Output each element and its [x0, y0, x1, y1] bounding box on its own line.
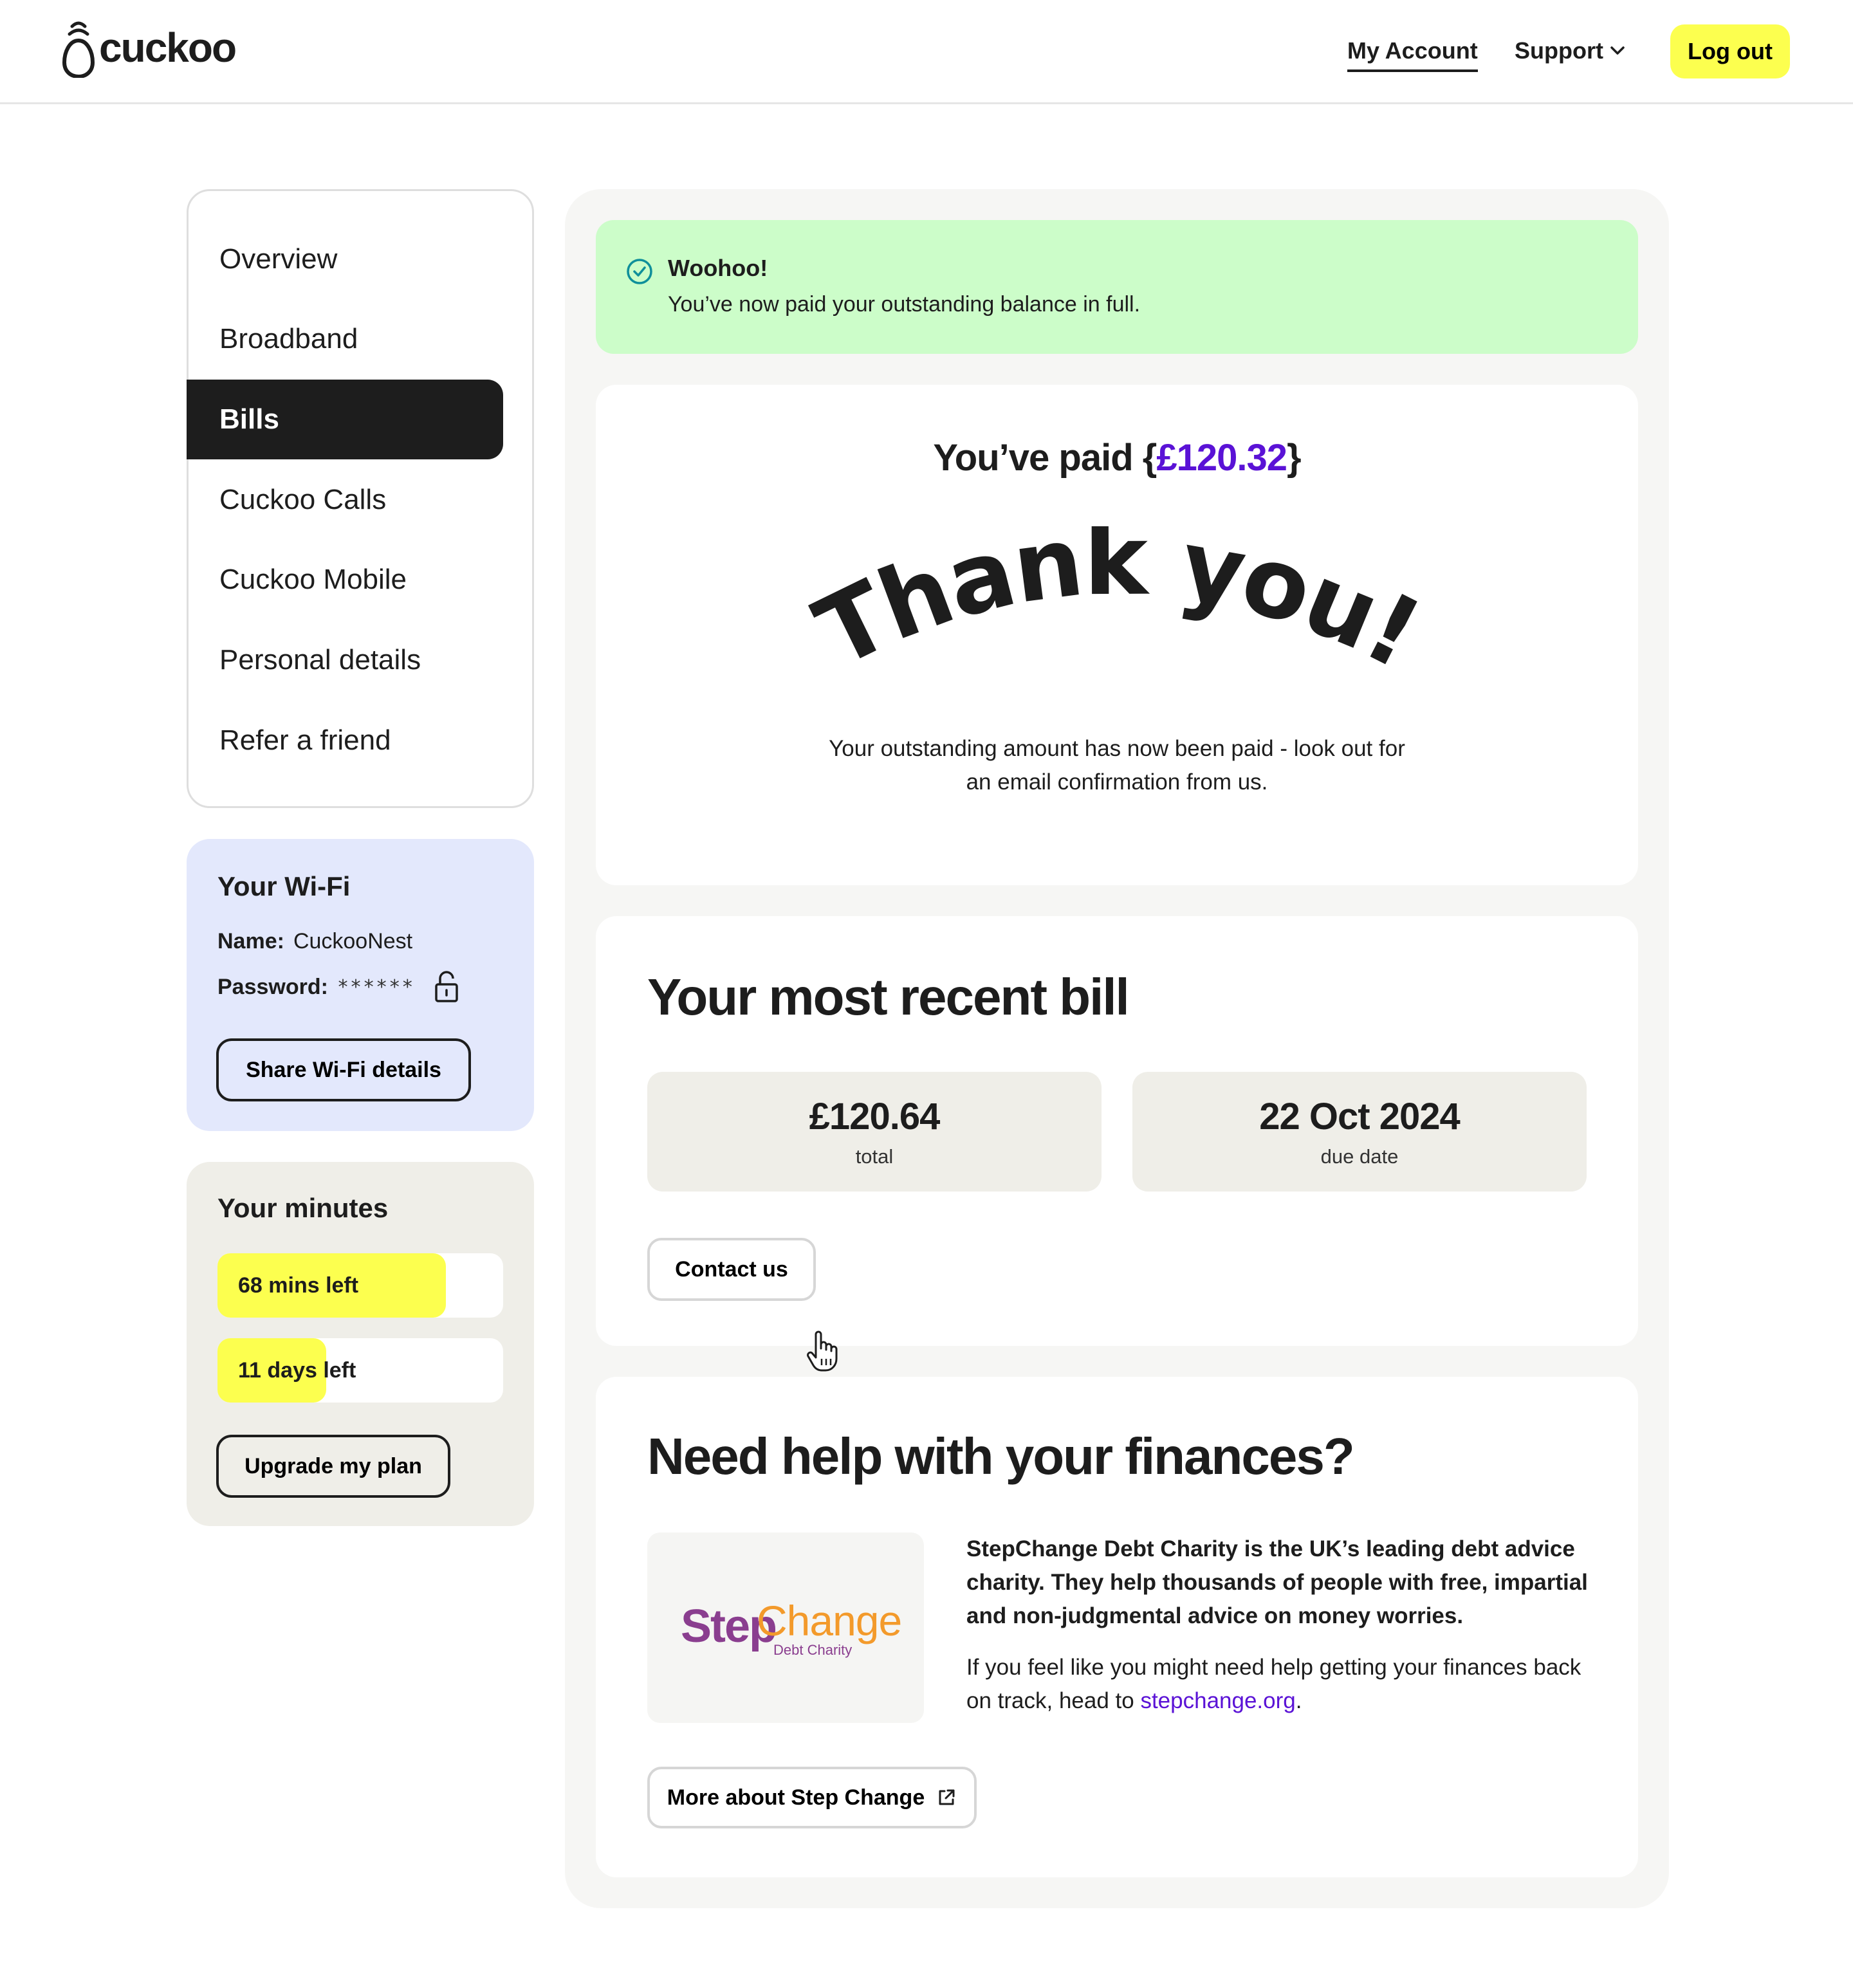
external-link-icon: [939, 1789, 955, 1805]
finance-help-panel: Need help with your finances? Step Chang…: [596, 1377, 1638, 1877]
alert-title: Woohoo!: [668, 255, 768, 281]
sidebar-item-bills[interactable]: Bills: [219, 380, 279, 459]
bill-due-label: due date: [1320, 1145, 1399, 1168]
wifi-card: Your Wi-Fi Name: CuckooNest Password: **…: [187, 839, 534, 1131]
wifi-name-label: Name:: [217, 929, 284, 953]
stepchange-normal-text: If you feel like you might need help get…: [966, 1651, 1603, 1718]
mins-left-label: 68 mins left: [238, 1273, 359, 1298]
check-circle-icon: [627, 259, 652, 284]
unlock-icon[interactable]: [434, 970, 459, 1004]
minutes-card: Your minutes 68 mins left 11 days left U…: [187, 1162, 534, 1526]
sidebar-item-broadband[interactable]: Broadband: [219, 299, 358, 379]
bill-total-card: £120.64 total: [647, 1072, 1102, 1192]
stepchange-text-suffix: .: [1295, 1688, 1302, 1713]
minutes-card-title: Your minutes: [217, 1193, 389, 1223]
stepchange-logo-graphic: Step Change Debt Charity: [681, 1597, 902, 1658]
svg-text:Change: Change: [757, 1597, 901, 1644]
thank-you-graphic: Thank you!: [800, 526, 1438, 690]
logout-button[interactable]: Log out: [1670, 24, 1790, 78]
top-header: cuckoo My Account Support Log out: [0, 0, 1853, 104]
hand-pointer-cursor-icon: [807, 1330, 838, 1372]
sidebar-item-cuckoo-mobile[interactable]: Cuckoo Mobile: [219, 540, 407, 620]
alert-text: You’ve now paid your outstanding balance…: [668, 292, 1141, 317]
bill-due-card: 22 Oct 2024 due date: [1132, 1072, 1587, 1192]
upgrade-plan-button[interactable]: Upgrade my plan: [216, 1435, 450, 1498]
sidebar-item-overview[interactable]: Overview: [219, 219, 337, 299]
more-about-stepchange-button[interactable]: More about Step Change: [647, 1767, 977, 1828]
thank-you-text: Thank you!: [800, 526, 1438, 690]
days-left-bar: 11 days left: [217, 1338, 503, 1403]
bill-due-value: 22 Oct 2024: [1259, 1096, 1460, 1137]
mins-left-bar: 68 mins left: [217, 1253, 503, 1318]
wifi-password-label: Password:: [217, 974, 328, 999]
stepchange-logo[interactable]: Step Change Debt Charity: [647, 1532, 924, 1723]
contact-us-button[interactable]: Contact us: [647, 1238, 816, 1301]
logo-text: cuckoo: [99, 24, 237, 71]
cuckoo-egg-icon: [62, 21, 95, 78]
stepchange-link[interactable]: stepchange.org: [1140, 1688, 1295, 1713]
nav-support[interactable]: Support: [1515, 37, 1627, 64]
success-alert: Woohoo! You’ve now paid your outstanding…: [596, 220, 1638, 354]
cuckoo-logo[interactable]: cuckoo: [60, 17, 237, 78]
recent-bill-title: Your most recent bill: [647, 968, 1130, 1026]
bill-total-label: total: [855, 1145, 894, 1168]
stepchange-bold-text: StepChange Debt Charity is the UK’s lead…: [966, 1536, 1588, 1628]
payment-confirmation-panel: You’ve paid {£120.32} Thank you! Your ou…: [596, 385, 1638, 885]
nav-my-account[interactable]: My Account: [1347, 37, 1478, 72]
stepchange-description: StepChange Debt Charity is the UK’s lead…: [966, 1532, 1603, 1718]
wifi-card-title: Your Wi-Fi: [217, 871, 351, 901]
chevron-down-icon: [1610, 46, 1625, 55]
sidebar-item-cuckoo-calls[interactable]: Cuckoo Calls: [219, 460, 386, 540]
more-about-label: More about Step Change: [667, 1785, 925, 1810]
sidebar-item-refer-a-friend[interactable]: Refer a friend: [219, 701, 391, 780]
paid-heading: You’ve paid {£120.32}: [596, 436, 1638, 479]
account-side-nav: Overview Broadband Bills Cuckoo Calls Cu…: [187, 189, 534, 808]
wifi-password-value: ******: [336, 975, 415, 999]
svg-text:Thank you!: Thank you!: [800, 526, 1435, 690]
main-content: Woohoo! You’ve now paid your outstanding…: [565, 189, 1669, 1908]
recent-bill-panel: Your most recent bill £120.64 total 22 O…: [596, 916, 1638, 1346]
paid-prefix: You’ve paid {: [933, 437, 1157, 479]
sidebar-item-personal-details[interactable]: Personal details: [219, 620, 421, 700]
paid-suffix: }: [1286, 437, 1302, 479]
wifi-name-row: Name: CuckooNest: [217, 929, 412, 954]
paid-amount: £120.32: [1156, 437, 1287, 479]
share-wifi-button[interactable]: Share Wi-Fi details: [216, 1038, 471, 1101]
wifi-password-row: Password: ******: [217, 970, 459, 1004]
bill-total-value: £120.64: [809, 1096, 941, 1137]
days-left-label: 11 days left: [238, 1358, 356, 1383]
wifi-name-value: CuckooNest: [293, 929, 413, 953]
svg-text:Debt Charity: Debt Charity: [773, 1642, 852, 1658]
finance-help-title: Need help with your finances?: [647, 1428, 1355, 1485]
nav-support-label: Support: [1515, 37, 1603, 64]
paid-description: Your outstanding amount has now been pai…: [829, 736, 1405, 795]
